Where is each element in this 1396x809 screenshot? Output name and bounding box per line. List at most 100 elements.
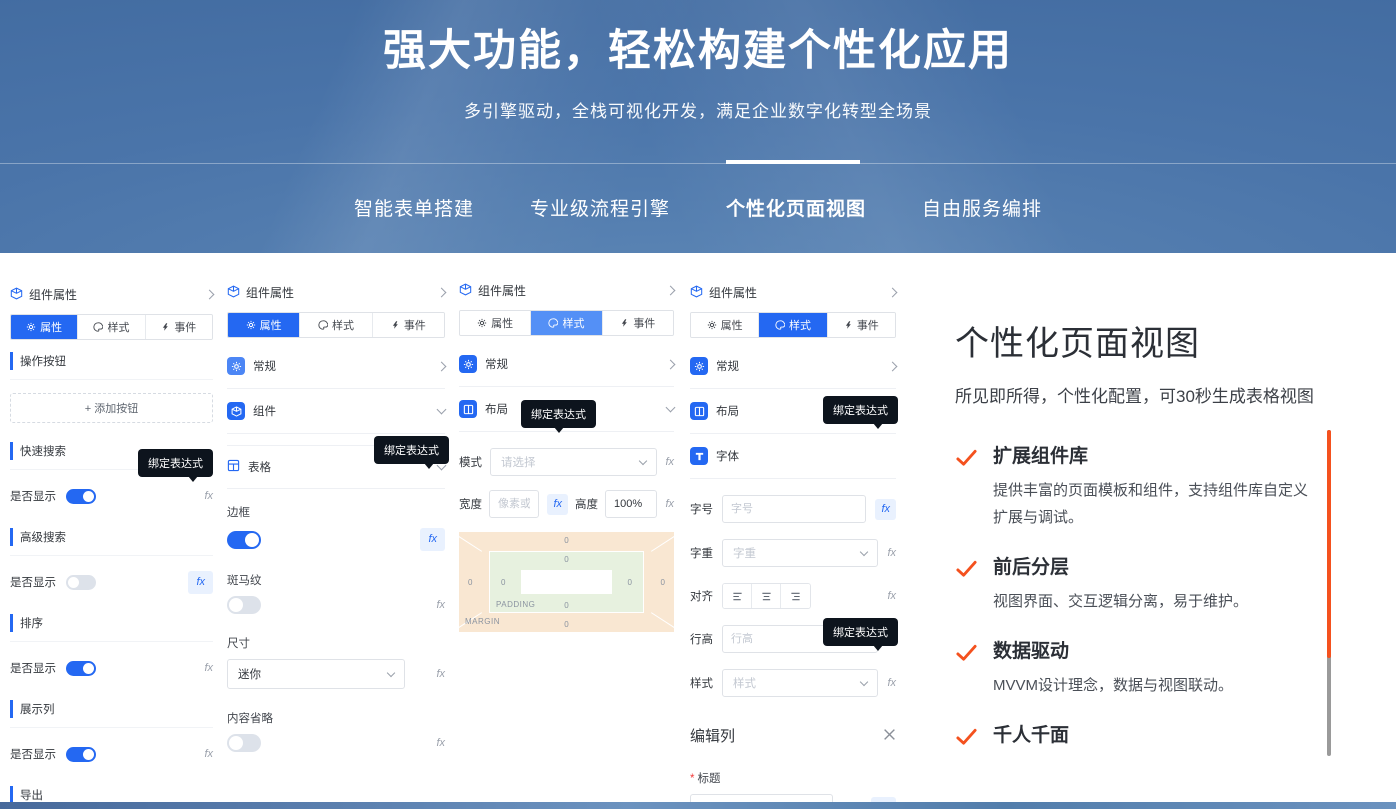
margin-right-value[interactable]: 0 (661, 578, 665, 587)
height-input[interactable] (605, 490, 657, 518)
fx-bind-button[interactable]: fx (204, 749, 213, 760)
tab-page-view[interactable]: 个性化页面视图 (726, 194, 866, 221)
style-select[interactable]: 样式 (722, 669, 878, 697)
padding-left-value[interactable]: 0 (501, 578, 505, 587)
fx-bind-button[interactable]: fx (436, 669, 445, 680)
lightning-icon (391, 320, 400, 330)
fx-bind-button[interactable]: fx (887, 548, 896, 559)
chevron-right-icon[interactable] (437, 288, 447, 298)
tab-event[interactable]: 事件 (828, 313, 895, 337)
size-row: 宽度 fx 高度 fx (459, 490, 674, 518)
display-columns-toggle[interactable] (66, 747, 96, 762)
tab-event[interactable]: 事件 (603, 311, 673, 335)
tab-properties[interactable]: 属性 (691, 313, 759, 337)
close-icon[interactable] (883, 728, 896, 744)
tab-properties[interactable]: 属性 (11, 315, 78, 339)
ellipsis-toggle[interactable] (227, 734, 261, 752)
align-left-button[interactable] (723, 584, 752, 608)
mode-select[interactable]: 请选择 (490, 448, 657, 476)
page-subtitle: 多引擎驱动，全栈可视化开发，满足企业数字化转型全场景 (0, 97, 1396, 122)
active-tab-indicator (726, 160, 860, 164)
row-label: 布局 (485, 401, 508, 417)
fx-bind-button[interactable]: fx (665, 457, 674, 468)
padding-right-value[interactable]: 0 (628, 578, 632, 587)
fx-bind-button-highlighted[interactable]: fx (875, 499, 896, 520)
margin-zone-label: MARGIN (465, 617, 500, 626)
fx-bind-button[interactable]: fx (204, 663, 213, 674)
check-icon (955, 557, 978, 615)
feature-item-desc: MVVM设计理念，数据与视图联动。 (993, 672, 1313, 699)
collapse-row-general[interactable]: 常规 (459, 342, 674, 387)
tab-service-orchestration[interactable]: 自由服务编排 (922, 194, 1042, 221)
style-label: 样式 (690, 675, 713, 691)
tab-style[interactable]: 样式 (300, 313, 372, 337)
fx-bind-button[interactable]: fx (887, 591, 896, 602)
padding-bottom-value[interactable]: 0 (564, 601, 568, 610)
chevron-right-icon[interactable] (888, 288, 898, 298)
fx-bind-button-highlighted[interactable]: fx (188, 571, 213, 594)
fx-bind-button[interactable]: fx (436, 738, 445, 749)
align-button-group (722, 583, 811, 609)
content-zone (521, 570, 612, 594)
collapse-row-component[interactable]: 组件 (227, 389, 445, 434)
size-select[interactable]: 迷你 (227, 659, 405, 689)
feature-scroll-track[interactable] (1327, 430, 1331, 756)
tab-style[interactable]: 样式 (531, 311, 602, 335)
panel-tab-bar: 属性 样式 事件 (10, 314, 213, 340)
font-size-row: 字号 fx (690, 495, 896, 523)
border-toggle[interactable] (227, 531, 261, 549)
tab-style[interactable]: 样式 (759, 313, 827, 337)
collapse-row-general[interactable]: 常规 (690, 344, 896, 389)
font-weight-select[interactable]: 字重 (722, 539, 878, 567)
tab-process-engine[interactable]: 专业级流程引擎 (530, 194, 670, 221)
lightning-icon (161, 322, 170, 332)
row-label: 字体 (716, 448, 739, 464)
cube-icon (10, 287, 23, 303)
feature-scroll-indicator[interactable] (1327, 430, 1331, 658)
chevron-right-icon[interactable] (205, 290, 215, 300)
padding-top-value[interactable]: 0 (564, 555, 568, 564)
sort-toggle[interactable] (66, 661, 96, 676)
chevron-down-icon (387, 668, 395, 676)
margin-top-value[interactable]: 0 (564, 536, 568, 545)
ellipsis-control-row: fx (227, 734, 445, 752)
fx-bind-button[interactable]: fx (204, 491, 213, 502)
panel-title: 组件属性 (29, 286, 77, 303)
collapse-row-font[interactable]: 字体 (690, 434, 896, 479)
fx-bind-button[interactable]: fx (665, 499, 674, 510)
fx-bind-button[interactable]: fx (436, 600, 445, 611)
tab-smart-form[interactable]: 智能表单搭建 (354, 194, 474, 221)
font-weight-label: 字重 (690, 545, 713, 561)
panel-tab-bar: 属性 样式 事件 (690, 312, 896, 338)
fx-bind-button-highlighted[interactable]: fx (420, 528, 445, 551)
sort-visible-row: 是否显示 fx (10, 657, 213, 679)
margin-bottom-value[interactable]: 0 (564, 620, 568, 629)
fx-bind-button-highlighted[interactable]: fx (547, 494, 568, 515)
row-label: 表格 (248, 459, 271, 475)
tab-event[interactable]: 事件 (373, 313, 444, 337)
advanced-search-toggle[interactable] (66, 575, 96, 590)
section-advanced-search: 高级搜索 (10, 528, 213, 556)
align-left-icon (732, 591, 743, 602)
align-center-button[interactable] (752, 584, 781, 608)
align-right-button[interactable] (781, 584, 810, 608)
list-item: 扩展组件库 提供丰富的页面模板和组件，支持组件库自定义扩展与调试。 (955, 444, 1330, 531)
width-input[interactable] (489, 490, 539, 518)
tab-properties[interactable]: 属性 (460, 311, 531, 335)
margin-left-value[interactable]: 0 (468, 578, 472, 587)
fx-bind-button[interactable]: fx (887, 678, 896, 689)
bottom-accent-bar (0, 802, 1396, 809)
tab-style[interactable]: 样式 (78, 315, 145, 339)
chevron-right-icon[interactable] (666, 286, 676, 296)
chevron-right-icon (666, 359, 676, 369)
quick-search-toggle[interactable] (66, 489, 96, 504)
gear-icon (477, 318, 487, 328)
font-size-input[interactable] (722, 495, 866, 523)
zebra-toggle[interactable] (227, 596, 261, 614)
add-button[interactable]: + 添加按钮 (10, 393, 213, 423)
tab-properties[interactable]: 属性 (228, 313, 300, 337)
binding-expression-tooltip: 绑定表达式 (521, 400, 596, 428)
line-height-label: 行高 (690, 631, 713, 647)
tab-event[interactable]: 事件 (146, 315, 212, 339)
collapse-row-general[interactable]: 常规 (227, 344, 445, 389)
